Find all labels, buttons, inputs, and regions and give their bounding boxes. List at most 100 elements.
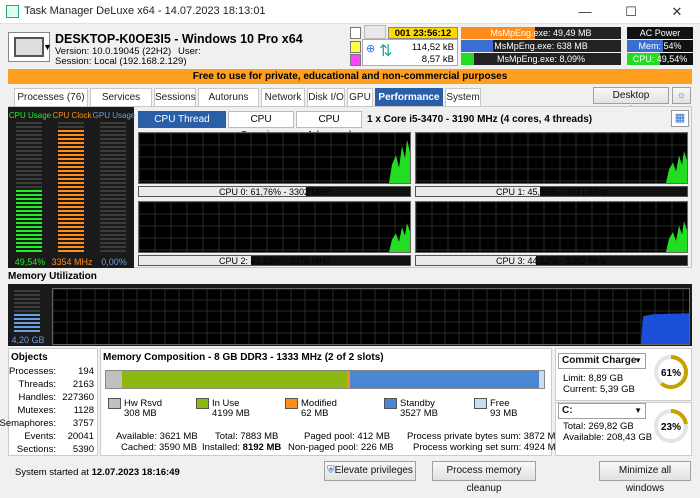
meter-segment bbox=[16, 166, 42, 168]
object-row: Threads: 2163 bbox=[10, 379, 95, 391]
meter-segment bbox=[16, 182, 42, 184]
desktop-explorer-button[interactable]: Desktop Explorer bbox=[593, 87, 669, 116]
network-throughput: ⊕ ⇅ 114,52 kB 8,57 kB bbox=[362, 39, 458, 66]
meter-segment bbox=[16, 146, 42, 148]
meter-segment bbox=[14, 318, 40, 320]
meter-segment bbox=[58, 242, 84, 244]
meter-segment bbox=[16, 234, 42, 236]
download-rate: 8,57 kB bbox=[421, 54, 454, 65]
meter-segment bbox=[16, 198, 42, 200]
meter-segment bbox=[16, 138, 42, 140]
meter-segment bbox=[58, 198, 84, 200]
object-value: 5390 bbox=[72, 444, 94, 455]
meter-segment bbox=[100, 202, 126, 204]
memory-cleanup-button[interactable]: Process memory cleanup bbox=[432, 461, 536, 494]
meter-segment bbox=[58, 178, 84, 180]
computer-icon bbox=[14, 37, 44, 57]
meter-segment bbox=[16, 170, 42, 172]
commit-charge-select[interactable]: Commit Charge ▼ bbox=[558, 353, 646, 369]
grid-view-icon[interactable]: ▦ bbox=[671, 110, 689, 127]
tab-services[interactable]: Services (257) bbox=[90, 88, 152, 120]
top-process-label: MsMpEng.exe: 8,09% bbox=[496, 54, 586, 64]
tab-network[interactable]: Network bbox=[261, 88, 305, 106]
meter-segment bbox=[100, 238, 126, 240]
meter-segment bbox=[100, 166, 126, 168]
tab-performance[interactable]: Performance bbox=[375, 88, 443, 106]
subtab-2[interactable]: CPU Advanced bbox=[296, 111, 362, 141]
cpu2-graph-svg bbox=[138, 201, 410, 252]
meter-segment bbox=[16, 174, 42, 176]
meter-segment bbox=[16, 206, 42, 208]
meter-segment bbox=[16, 226, 42, 228]
private-bytes-sum: Process private bytes sum: 3872 MB bbox=[407, 431, 562, 442]
uptime-clock: 001 23:56:12 bbox=[388, 27, 458, 39]
top-process-fill bbox=[461, 53, 474, 65]
top-process-bar: MsMpEng.exe: 49,49 MB bbox=[461, 27, 621, 39]
tab-system[interactable]: System bbox=[445, 88, 481, 106]
system-started: System started at 12.07.2023 18:16:49 bbox=[15, 467, 180, 478]
cpu2-usage-label: CPU 2: 41,18% - 3375 MHz bbox=[218, 256, 331, 266]
maximize-button[interactable]: ☐ bbox=[608, 0, 654, 24]
subtab-1[interactable]: CPU Overview bbox=[228, 111, 294, 141]
cpu0-usage-bar: CPU 0: 61,76% - 3302 MHz bbox=[138, 186, 411, 197]
cpu3-graph bbox=[415, 201, 688, 253]
subtab-0[interactable]: CPU Thread Usage bbox=[138, 111, 226, 141]
sun-icon[interactable]: ☼ bbox=[672, 87, 691, 104]
meter-segment bbox=[58, 210, 84, 212]
close-button[interactable]: ✕ bbox=[654, 0, 700, 24]
cpu1-usage-label: CPU 1: 45,59% - 3371 MHz bbox=[495, 187, 608, 197]
object-key: Processes: bbox=[9, 366, 56, 377]
meter-segment bbox=[58, 142, 84, 144]
disk-available: Available: 208,43 GB bbox=[563, 432, 653, 443]
meter-segment bbox=[58, 138, 84, 140]
meter-segment bbox=[100, 126, 126, 128]
meter-segment bbox=[100, 150, 126, 152]
meter-segment bbox=[100, 170, 126, 172]
meter-segment bbox=[58, 222, 84, 224]
nonpaged-pool: Non-paged pool: 226 MB bbox=[288, 442, 394, 453]
meter-segment bbox=[16, 178, 42, 180]
meter-gpu-label: GPU Usage bbox=[92, 111, 136, 120]
meter-segment bbox=[16, 214, 42, 216]
paged-pool: Paged pool: 412 MB bbox=[304, 431, 391, 442]
meter-segment bbox=[58, 214, 84, 216]
net-indicator-yellow bbox=[350, 41, 361, 53]
installed-value: 8192 MB bbox=[242, 442, 282, 453]
meter-segment bbox=[100, 230, 126, 232]
minimize-button[interactable]: — bbox=[562, 0, 608, 24]
meter-gpu-value: 0,00% bbox=[101, 257, 127, 267]
power-status: AC Power bbox=[627, 27, 693, 39]
drive-select[interactable]: C: ▼ bbox=[558, 403, 646, 419]
meter-segment bbox=[16, 134, 42, 136]
upload-rate: 114,52 kB bbox=[411, 42, 454, 53]
cpu-status-text: CPU: 49,54% bbox=[632, 54, 688, 64]
minimize-all-button[interactable]: Minimize all windows bbox=[599, 461, 691, 494]
legend-swatch bbox=[285, 398, 298, 409]
object-row: Handles: 227360 bbox=[10, 392, 95, 404]
object-value: 227360 bbox=[62, 392, 94, 403]
meter-segment bbox=[100, 162, 126, 164]
tab-gpu[interactable]: GPU bbox=[347, 88, 373, 106]
tab-processes[interactable]: Processes (76) bbox=[14, 88, 88, 106]
meter-segment bbox=[58, 238, 84, 240]
meter-segment bbox=[58, 246, 84, 248]
meter-segment bbox=[58, 234, 84, 236]
meter-segment bbox=[100, 210, 126, 212]
cpu1-graph-svg bbox=[415, 132, 687, 183]
meter-segment bbox=[100, 218, 126, 220]
meter-segment bbox=[14, 290, 40, 292]
tab-autoruns[interactable]: Autoruns (28) bbox=[198, 88, 259, 120]
app-icon bbox=[6, 5, 19, 18]
meter-segment bbox=[14, 294, 40, 296]
commit-ring: 61% bbox=[652, 353, 690, 391]
meter-segment bbox=[14, 306, 40, 308]
cpu0-graph-svg bbox=[138, 132, 410, 183]
meter-segment bbox=[100, 190, 126, 192]
net-indicator-magenta bbox=[350, 54, 361, 66]
tab-disk[interactable]: Disk I/O bbox=[307, 88, 345, 106]
elevate-privileges-button[interactable]: ⛨Elevate privileges bbox=[324, 461, 416, 481]
cpu3-usage-label: CPU 3: 44,12% - 3382 MHz bbox=[495, 256, 608, 266]
computer-menu-button[interactable]: ▼ bbox=[8, 32, 52, 62]
tab-sessions[interactable]: Sessions bbox=[154, 88, 196, 106]
cpu1-graph bbox=[415, 132, 688, 184]
